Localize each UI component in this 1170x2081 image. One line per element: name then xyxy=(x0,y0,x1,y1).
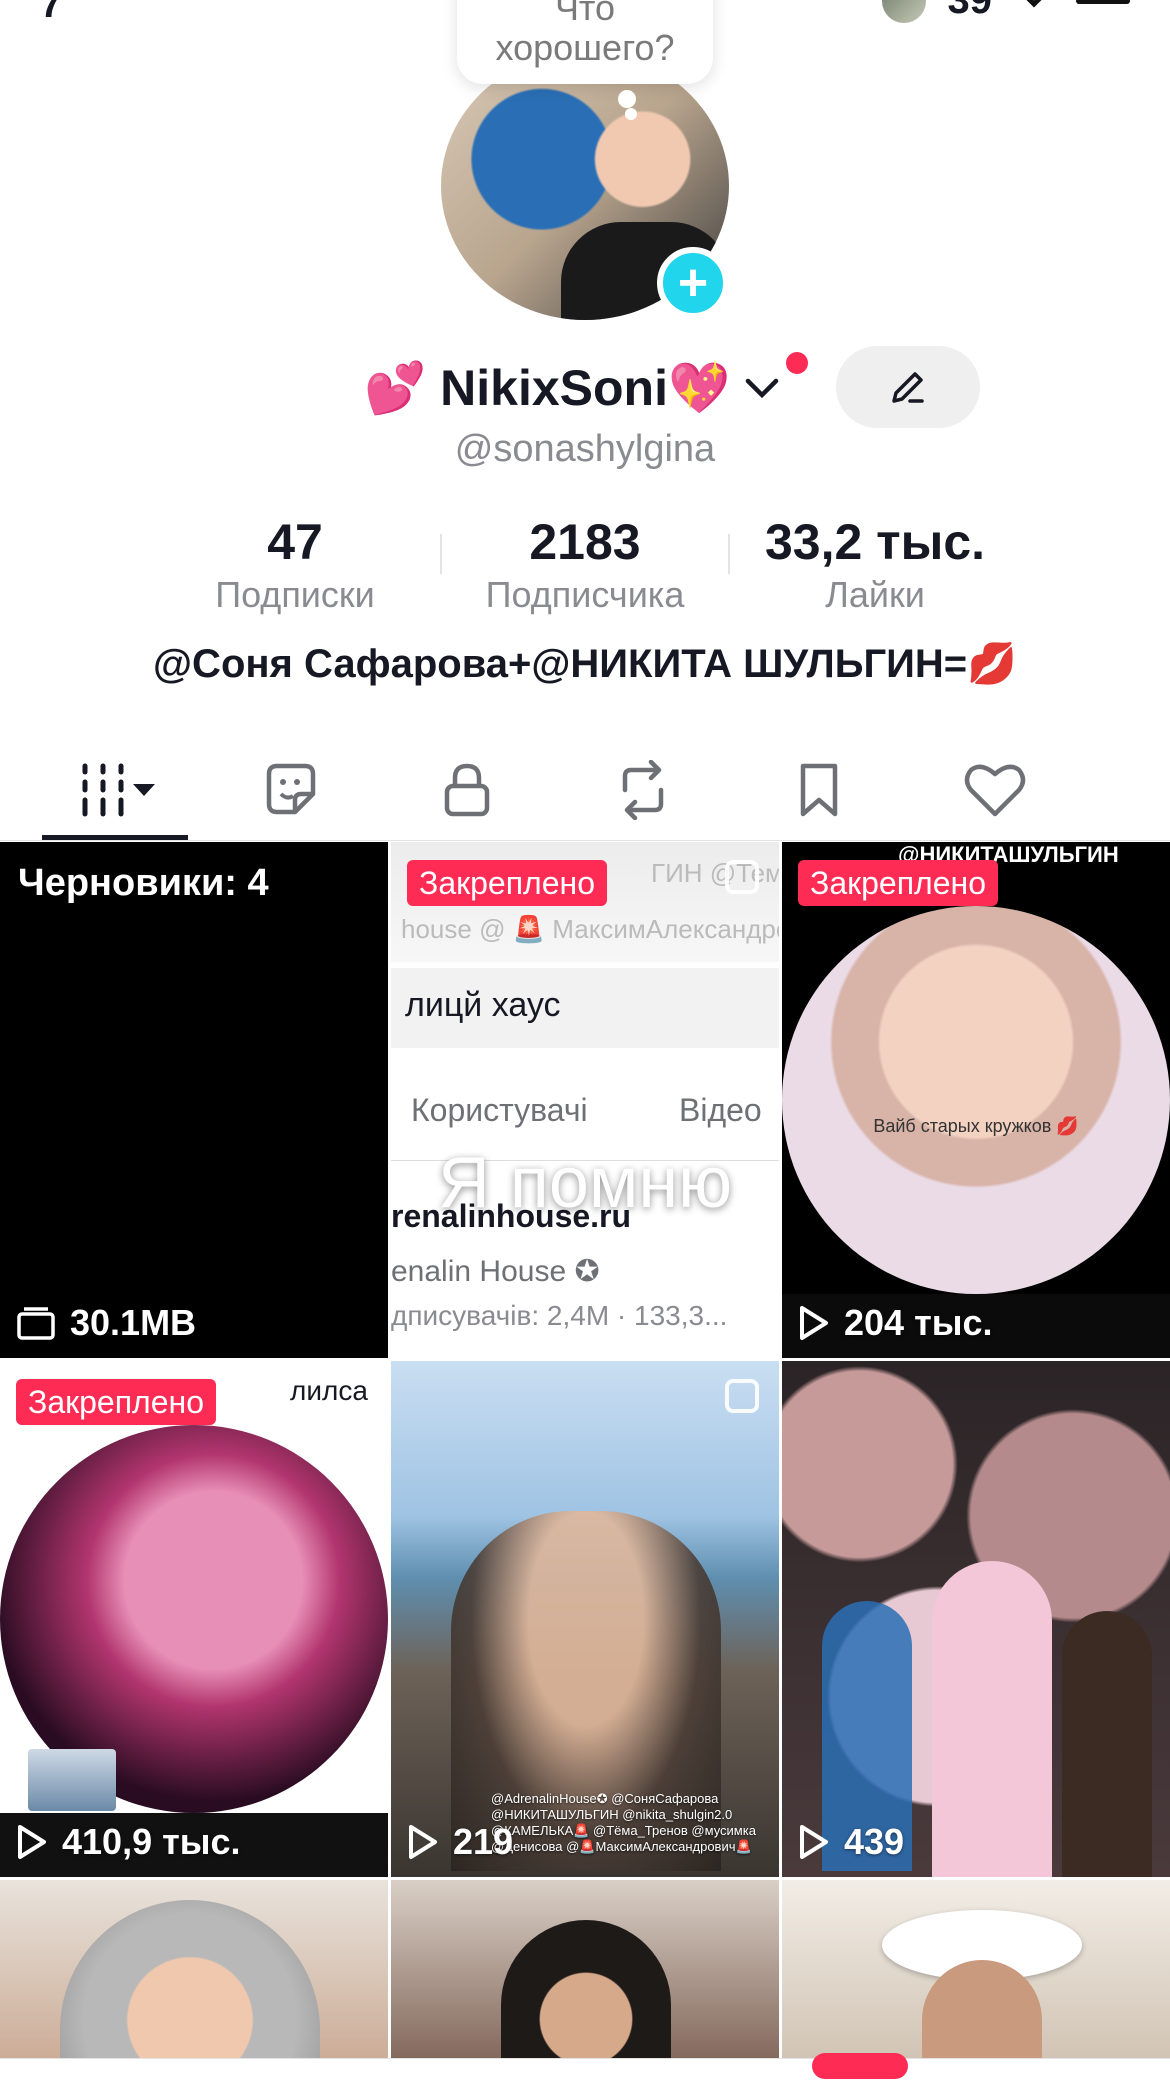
view-count-text: 439 xyxy=(844,1821,905,1862)
note-bubble[interactable]: Что хорошего? xyxy=(457,0,713,84)
view-count: 410,9 тыс. xyxy=(16,1821,241,1863)
video-tile[interactable] xyxy=(0,1880,388,2080)
stats-row: 47 Подписки 2183 Подписчика 33,2 тыс. Ла… xyxy=(150,512,1020,618)
figure-center xyxy=(932,1561,1052,1877)
play-icon xyxy=(18,1825,46,1859)
person-thumbnail xyxy=(501,1920,671,2080)
grid-icon xyxy=(82,763,155,817)
thumbnail-inset xyxy=(28,1749,116,1811)
video-tile[interactable] xyxy=(782,1880,1170,2080)
pencil-icon xyxy=(892,372,924,403)
circle-video: Вайб старых кружков 💋 xyxy=(782,906,1170,1294)
video-tile[interactable]: 439 xyxy=(782,1361,1170,1877)
tab-reposts[interactable] xyxy=(570,740,716,840)
tabs-divider xyxy=(0,840,1170,841)
repost-icon xyxy=(622,760,664,820)
bookmark-icon xyxy=(800,763,838,817)
view-count: 204 тыс. xyxy=(798,1302,992,1344)
video-tile[interactable] xyxy=(391,1880,779,2080)
video-tile[interactable]: @НИКИТАШУЛЬГИН Вайб старых кружков 💋 Зак… xyxy=(782,842,1170,1358)
tab-videos[interactable] xyxy=(42,740,188,840)
pinned-badge: Закреплено xyxy=(407,860,607,906)
drafts-folder-icon xyxy=(17,1307,55,1340)
profile-tabs xyxy=(0,740,1170,840)
status-right: 39 xyxy=(881,0,1130,23)
profile-username: @sonashylgina xyxy=(454,428,716,470)
drafts-tile[interactable]: Черновики: 4 30.1MB xyxy=(0,842,388,1358)
multi-image-icon xyxy=(725,1379,759,1413)
bottom-nav xyxy=(0,2053,1170,2081)
footprint-icon[interactable] xyxy=(1014,0,1054,16)
drafts-size: 30.1MB xyxy=(16,1302,196,1344)
view-count-text: 410,9 тыс. xyxy=(62,1821,241,1862)
friends-count: 39 xyxy=(947,0,993,22)
multi-image-icon xyxy=(725,860,759,894)
account-subs: дписувачів: 2,4M · 133,3... xyxy=(391,1300,728,1331)
video-caption: Вайб старых кружков 💋 xyxy=(873,1116,1079,1136)
chevron-down-icon[interactable] xyxy=(742,373,782,403)
note-text-line2: хорошего? xyxy=(495,27,675,68)
profile-name: 💕 NikixSoni💖 xyxy=(364,359,731,416)
profile-name-row[interactable]: 💕 NikixSoni💖 xyxy=(364,356,782,420)
view-count: 219 xyxy=(407,1821,513,1863)
stat-label: Подписки xyxy=(215,574,375,615)
tab-stickers[interactable] xyxy=(218,740,364,840)
stat-value: 2183 xyxy=(529,514,641,570)
video-tile[interactable]: @AdrenalinHouse✪ @СоняСафарова @НИКИТАШУ… xyxy=(391,1361,779,1877)
play-icon xyxy=(800,1306,828,1340)
tile-top-text: лилса xyxy=(290,1375,368,1406)
figure-right xyxy=(1062,1611,1152,1877)
tab-favorites[interactable] xyxy=(746,740,892,840)
status-time: 7 xyxy=(40,0,63,26)
tab-private[interactable] xyxy=(394,740,540,840)
account-name: enalin House ✪ xyxy=(391,1255,600,1288)
tab-label-video: Відео xyxy=(679,1092,762,1128)
view-count-text: 204 тыс. xyxy=(844,1302,993,1343)
stat-following[interactable]: 47 Подписки xyxy=(150,512,440,618)
profile-bio: @Соня Сафарова+@НИКИТА ШУЛЬГИН=💋 xyxy=(153,642,1017,686)
pinned-badge: Закреплено xyxy=(798,860,998,906)
bubble-tail xyxy=(618,90,636,108)
bubble-tail-small xyxy=(625,108,637,120)
add-story-button[interactable]: + xyxy=(657,247,729,319)
stat-label: Подписчика xyxy=(485,574,685,615)
video-overlay-text: Я помню xyxy=(437,1143,733,1223)
stat-value: 47 xyxy=(267,514,323,570)
video-tile[interactable]: лилса Закреплено 410,9 тыс. xyxy=(0,1361,388,1877)
stat-likes[interactable]: 33,2 тыс. Лайки xyxy=(730,512,1020,618)
tab-liked[interactable] xyxy=(922,740,1068,840)
sticker-icon xyxy=(266,763,316,815)
stat-followers[interactable]: 2183 Подписчика xyxy=(440,512,730,618)
search-text: лицй хаус xyxy=(405,986,561,1024)
tile-top-text: ГИН @Тема @МарияДе xyxy=(651,858,779,888)
heart-icon xyxy=(964,764,1026,817)
inbox-badge xyxy=(812,2053,908,2079)
friends-avatar[interactable] xyxy=(881,0,926,23)
view-count-text: 219 xyxy=(453,1821,514,1862)
note-text-line1: Что xyxy=(554,0,616,28)
photo-credits: @AdrenalinHouse✪ @СоняСафарова @НИКИТАШУ… xyxy=(491,1791,756,1854)
video-tile[interactable]: ГИН @Тема @МарияДе house @ 🚨 МаксимАлекс… xyxy=(391,842,779,1358)
lock-icon xyxy=(444,763,490,817)
play-icon xyxy=(409,1825,437,1859)
drafts-size-text: 30.1MB xyxy=(70,1302,197,1343)
tile-top-text-2: house @ 🚨 МаксимАлександров xyxy=(401,914,779,944)
stat-label: Лайки xyxy=(825,574,925,615)
search-bar: лицй хаус xyxy=(391,968,779,1048)
edit-profile-button[interactable] xyxy=(836,346,980,428)
play-icon xyxy=(800,1825,828,1859)
drafts-label: Черновики: 4 xyxy=(18,862,269,904)
stat-value: 33,2 тыс. xyxy=(764,514,986,570)
view-count: 439 xyxy=(798,1821,904,1863)
notification-dot xyxy=(786,352,808,374)
menu-icon[interactable] xyxy=(1076,0,1130,4)
stat-divider xyxy=(440,534,442,574)
pinned-badge: Закреплено xyxy=(16,1379,216,1425)
tab-label-users: Користувачі xyxy=(411,1092,588,1128)
person-thumbnail xyxy=(60,1900,320,2080)
